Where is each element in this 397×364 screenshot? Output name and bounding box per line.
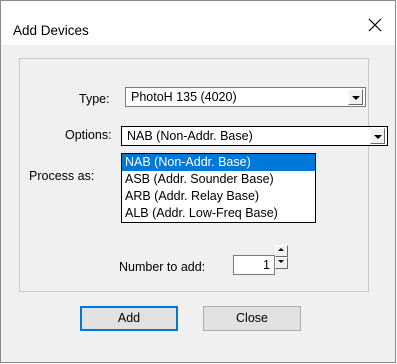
options-combobox[interactable]: NAB (Non-Addr. Base) <box>121 126 388 146</box>
option-item-arb[interactable]: ARB (Addr. Relay Base) <box>122 188 315 205</box>
add-devices-dialog: Add Devices Type: PhotoH 135 (4020) Opti… <box>0 0 396 363</box>
chevron-down-icon <box>278 260 284 263</box>
number-to-add-input[interactable]: 1 <box>233 255 275 275</box>
chevron-up-icon <box>278 248 284 251</box>
option-item-asb[interactable]: ASB (Addr. Sounder Base) <box>122 171 315 188</box>
spin-up-button[interactable] <box>275 245 288 257</box>
option-item-nab[interactable]: NAB (Non-Addr. Base) <box>122 154 315 171</box>
options-dropdown-list: NAB (Non-Addr. Base) ASB (Addr. Sounder … <box>121 153 316 223</box>
type-label: Type: <box>79 92 110 106</box>
type-dropdown-button[interactable] <box>348 89 363 105</box>
add-button[interactable]: Add <box>80 306 178 331</box>
title-bar: Add Devices <box>1 1 395 45</box>
process-as-label: Process as: <box>29 169 95 183</box>
close-button[interactable]: Close <box>203 306 301 331</box>
options-value: NAB (Non-Addr. Base) <box>127 129 253 143</box>
chevron-down-icon <box>352 96 360 100</box>
close-icon[interactable] <box>365 15 385 35</box>
options-dropdown-button[interactable] <box>370 128 385 144</box>
window-title: Add Devices <box>13 23 89 38</box>
number-to-add-value: 1 <box>263 258 270 272</box>
spin-down-button[interactable] <box>275 257 288 269</box>
option-item-alb[interactable]: ALB (Addr. Low-Freq Base) <box>122 205 315 222</box>
number-to-add-label: Number to add: <box>119 260 206 274</box>
type-combobox[interactable]: PhotoH 135 (4020) <box>125 87 366 107</box>
type-value: PhotoH 135 (4020) <box>131 90 237 104</box>
options-label: Options: <box>65 128 112 142</box>
chevron-down-icon <box>374 135 382 139</box>
